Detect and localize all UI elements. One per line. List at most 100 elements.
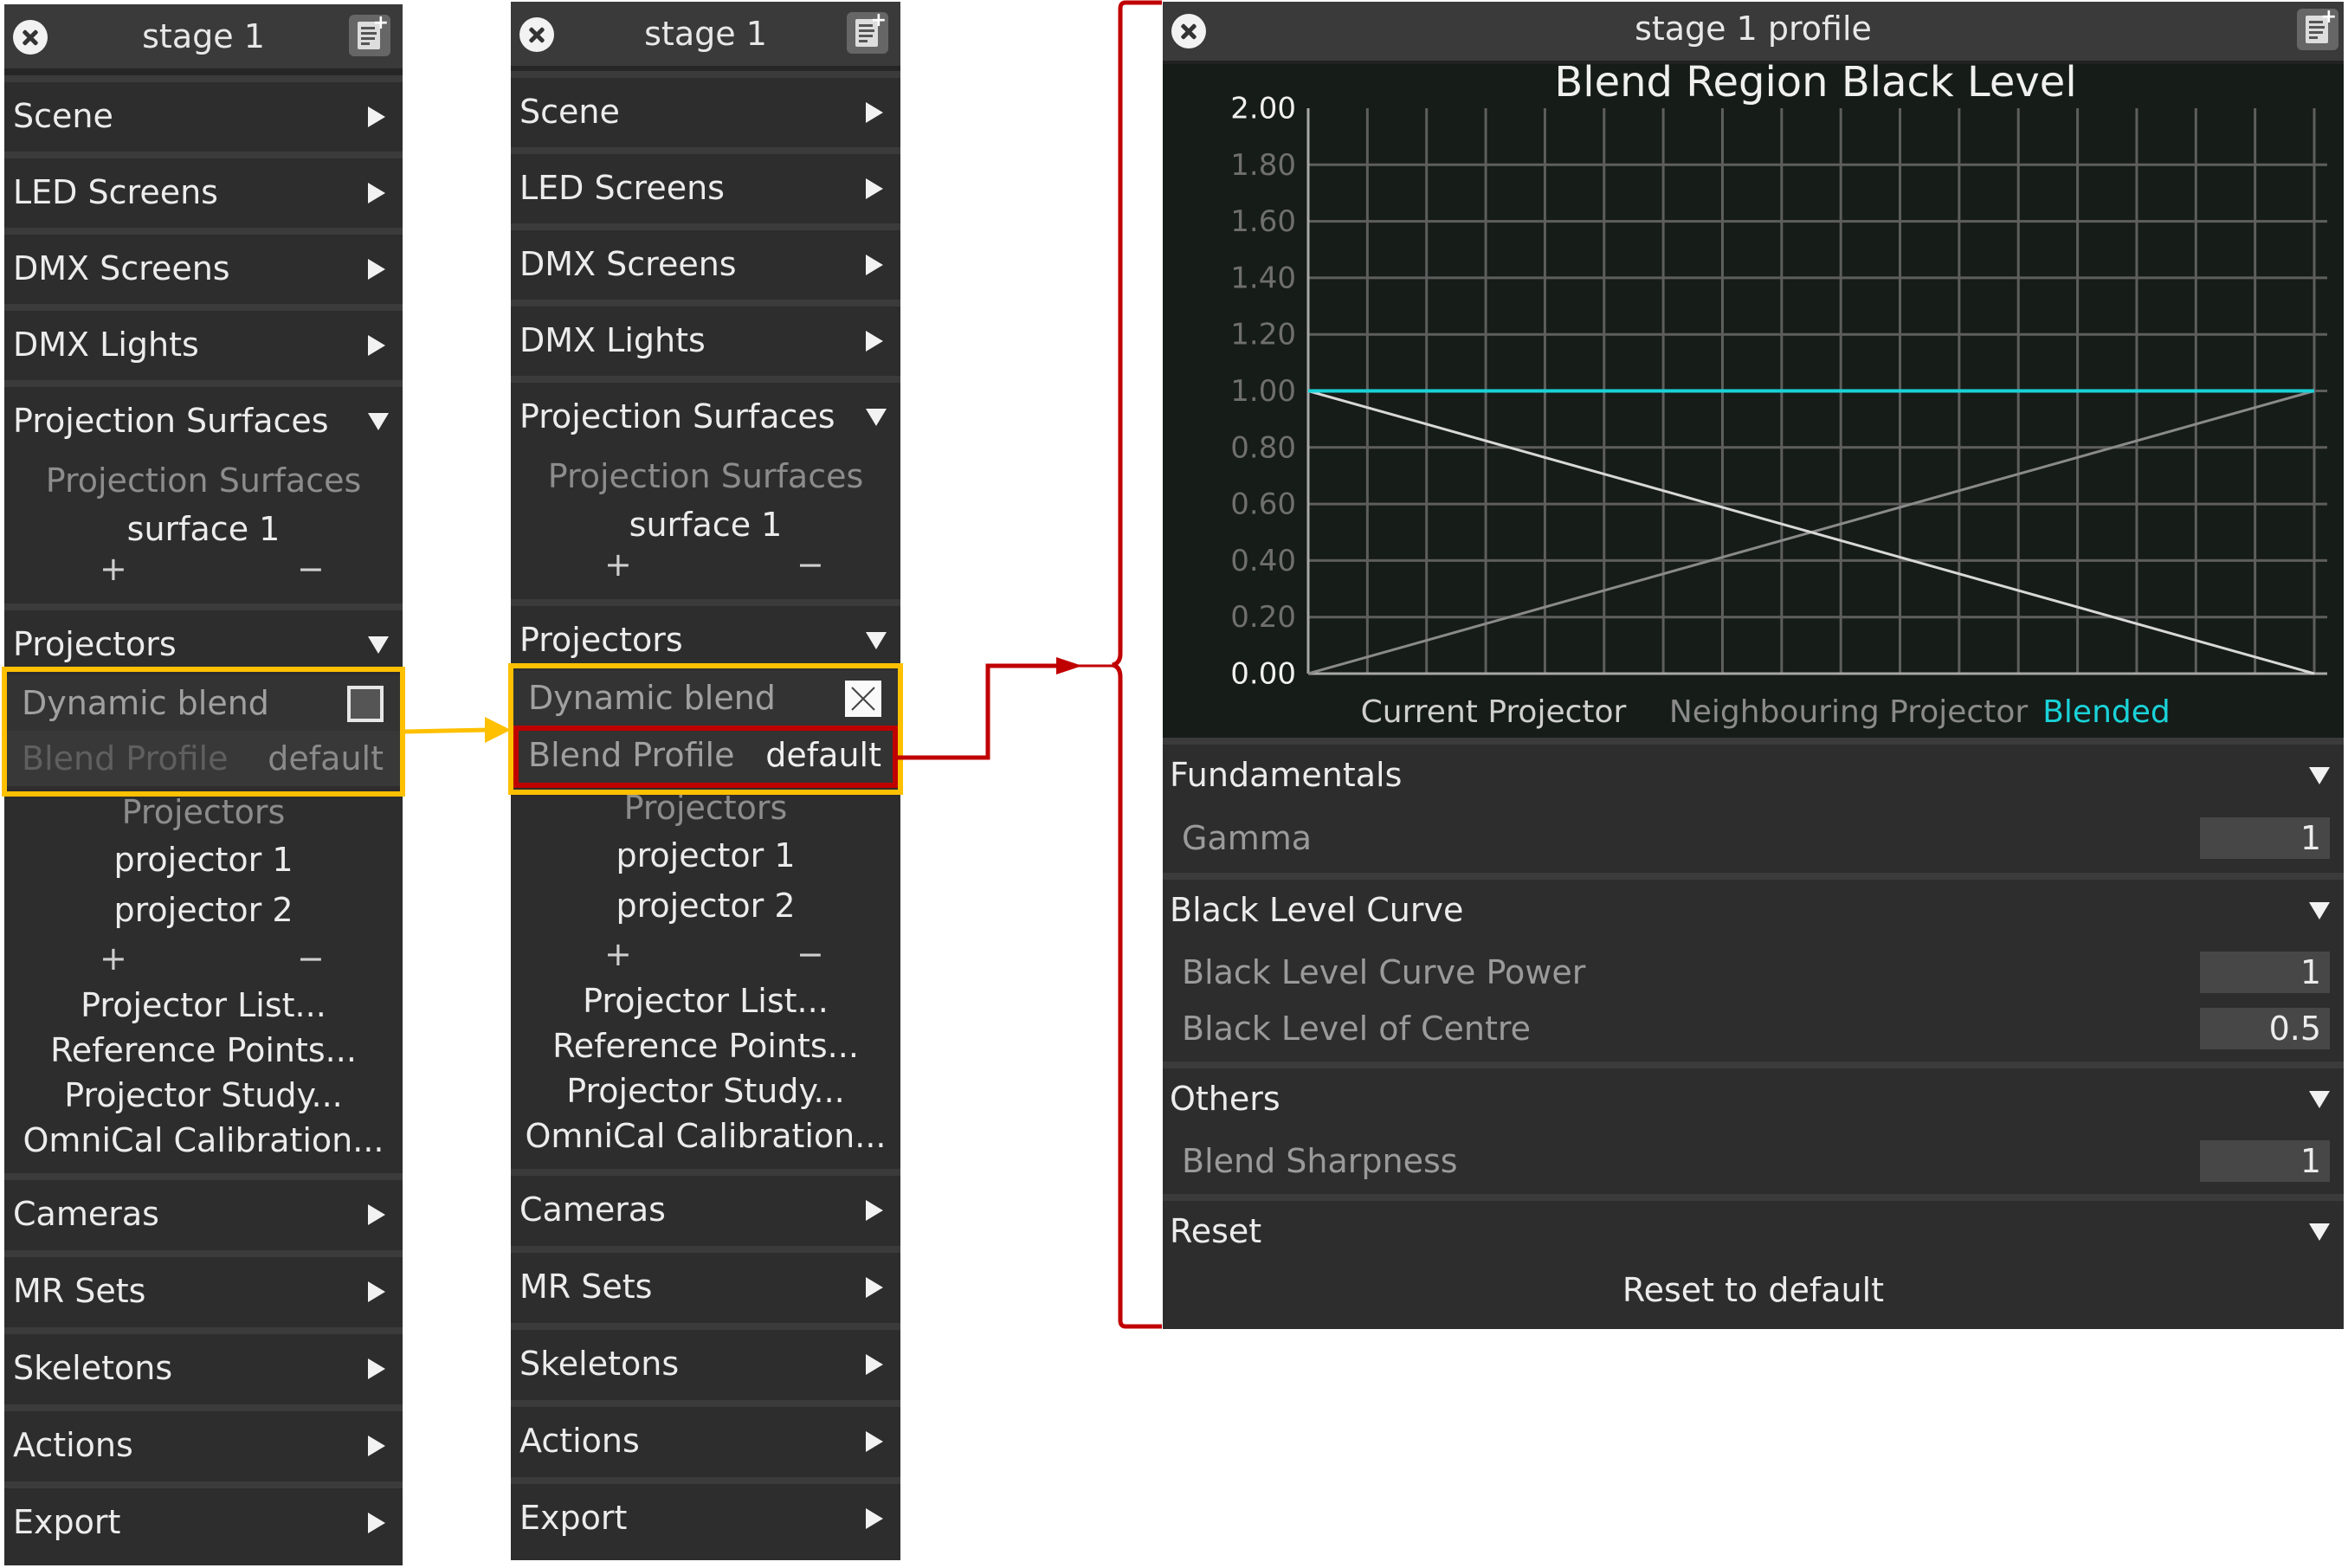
menu-dmx-lights[interactable]: DMX Lights — [511, 300, 900, 374]
chevron-down-icon — [866, 632, 887, 649]
menu-scene[interactable]: Scene — [4, 75, 403, 150]
chevron-down-icon — [2309, 1091, 2330, 1108]
chevron-right-icon — [866, 102, 883, 123]
projector-list-link[interactable]: Projector List... — [4, 983, 403, 1028]
chevron-right-icon — [368, 1436, 385, 1456]
prop-blend-sharpness: Blend Sharpness 1 — [1163, 1135, 2344, 1187]
projector-item[interactable]: projector 2 — [511, 881, 900, 930]
chart-title: Blend Region Black Level — [1554, 64, 2076, 106]
menu-dmx-screens[interactable]: DMX Screens — [511, 223, 900, 298]
chart-area: Blend Region Black Level 0.00 0.20 0.40 0.60… — [1163, 64, 2344, 738]
projector-item[interactable]: projector 1 — [511, 831, 900, 880]
section-black-level-curve[interactable]: Black Level Curve — [1163, 873, 2344, 942]
y-tick-label: 0.00 — [1230, 657, 1296, 692]
chevron-right-icon — [368, 1358, 385, 1379]
remove-surface-button[interactable]: − — [797, 545, 824, 584]
menu-cameras[interactable]: Cameras — [4, 1173, 403, 1248]
menu-actions[interactable]: Actions — [511, 1400, 900, 1474]
menu-projection-surfaces[interactable]: Projection Surfaces — [4, 380, 403, 455]
surface-item[interactable]: surface 1 — [511, 499, 900, 551]
chevron-right-icon — [866, 255, 883, 275]
blend-sharpness-input[interactable]: 1 — [2200, 1140, 2330, 1182]
panel-title: stage 1 — [644, 15, 767, 53]
remove-surface-button[interactable]: − — [297, 550, 325, 588]
menu-cameras[interactable]: Cameras — [511, 1169, 900, 1243]
menu-export[interactable]: Export — [4, 1481, 403, 1556]
chevron-down-icon — [2309, 902, 2330, 920]
y-tick-label: 2.00 — [1230, 92, 1296, 126]
prop-black-level-of-centre: Black Level of Centre 0.5 — [1163, 1003, 2344, 1055]
menu-skeletons[interactable]: Skeletons — [511, 1323, 900, 1397]
menu-scene[interactable]: Scene — [511, 71, 900, 145]
menu-dmx-screens[interactable]: DMX Screens — [4, 228, 403, 302]
chevron-down-icon — [2309, 1223, 2330, 1241]
chevron-down-icon — [866, 409, 887, 426]
menu-mr-sets[interactable]: MR Sets — [511, 1246, 900, 1320]
remove-projector-button[interactable]: − — [797, 935, 824, 973]
projector-list-link[interactable]: Projector List... — [511, 978, 900, 1023]
surfaces-heading: Projection Surfaces — [547, 457, 864, 495]
y-tick-label: 1.80 — [1230, 148, 1296, 183]
panel-header: stage 1 + — [4, 4, 403, 75]
remove-projector-button[interactable]: − — [297, 939, 325, 978]
chevron-right-icon — [866, 1277, 883, 1298]
y-tick-label: 0.80 — [1230, 430, 1296, 465]
y-tick-label: 1.40 — [1230, 261, 1296, 295]
add-surface-button[interactable]: + — [604, 545, 632, 584]
projector-item[interactable]: projector 2 — [4, 886, 403, 934]
add-surface-button[interactable]: + — [100, 550, 127, 588]
menu-projection-surfaces[interactable]: Projection Surfaces — [511, 376, 900, 450]
black-level-curve-power-input[interactable]: 1 — [2200, 952, 2330, 993]
chevron-right-icon — [368, 335, 385, 356]
add-note-icon[interactable]: + — [847, 11, 888, 54]
black-level-of-centre-input[interactable]: 0.5 — [2200, 1008, 2330, 1049]
section-others[interactable]: Others — [1163, 1061, 2344, 1131]
projector-item[interactable]: projector 1 — [4, 836, 403, 884]
menu-export[interactable]: Export — [511, 1477, 900, 1552]
legend-item: Blended — [2042, 694, 2171, 730]
chevron-right-icon — [368, 106, 385, 127]
omnical-calibration-link[interactable]: OmniCal Calibration... — [511, 1113, 900, 1158]
red-arrow-head — [1056, 657, 1082, 674]
reset-to-default-button[interactable]: Reset to default — [1163, 1264, 2344, 1316]
highlight-box-left — [2, 667, 405, 797]
section-fundamentals[interactable]: Fundamentals — [1163, 738, 2344, 807]
chevron-right-icon — [368, 183, 385, 203]
legend-item: Neighbouring Projector — [1669, 694, 2029, 730]
chevron-right-icon — [368, 259, 385, 280]
prop-gamma: Gamma 1 — [1163, 812, 2344, 864]
panel-header: stage 1 profile + — [1163, 2, 2344, 66]
projector-study-link[interactable]: Projector Study... — [511, 1068, 900, 1113]
y-tick-label: 0.60 — [1230, 487, 1296, 522]
reference-points-link[interactable]: Reference Points... — [4, 1028, 403, 1073]
panel-title: stage 1 — [142, 17, 265, 55]
reference-points-link[interactable]: Reference Points... — [511, 1023, 900, 1068]
add-note-icon[interactable]: + — [349, 14, 390, 56]
add-note-icon[interactable]: + — [2297, 8, 2338, 50]
y-tick-label: 0.20 — [1230, 600, 1296, 635]
y-tick-label: 1.20 — [1230, 318, 1296, 352]
surface-item[interactable]: surface 1 — [4, 503, 403, 555]
chevron-down-icon — [368, 636, 389, 654]
gamma-input[interactable]: 1 — [2200, 817, 2330, 859]
menu-mr-sets[interactable]: MR Sets — [4, 1250, 403, 1325]
add-projector-button[interactable]: + — [100, 939, 127, 978]
section-reset[interactable]: Reset — [1163, 1194, 2344, 1263]
legend-item: Current Projector — [1361, 694, 1627, 730]
chevron-right-icon — [866, 1354, 883, 1375]
projector-study-link[interactable]: Projector Study... — [4, 1073, 403, 1118]
menu-skeletons[interactable]: Skeletons — [4, 1327, 403, 1402]
profile-panel: stage 1 profile + Blend Region Black Lev… — [1163, 2, 2344, 1329]
panel-title: stage 1 profile — [1635, 10, 1872, 48]
omnical-calibration-link[interactable]: OmniCal Calibration... — [4, 1118, 403, 1163]
menu-dmx-lights[interactable]: DMX Lights — [4, 304, 403, 378]
y-tick-label: 1.60 — [1230, 204, 1296, 239]
menu-actions[interactable]: Actions — [4, 1404, 403, 1479]
add-projector-button[interactable]: + — [604, 935, 632, 973]
menu-led-screens[interactable]: LED Screens — [511, 147, 900, 222]
chevron-right-icon — [866, 331, 883, 352]
chevron-right-icon — [368, 1281, 385, 1302]
surfaces-heading: Projection Surfaces — [45, 461, 362, 500]
chevron-down-icon — [2309, 767, 2330, 784]
menu-led-screens[interactable]: LED Screens — [4, 152, 403, 226]
